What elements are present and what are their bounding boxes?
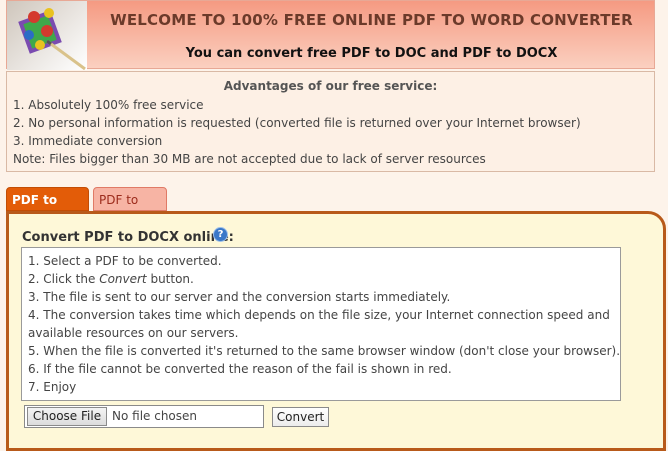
instruction-step: 5. When the file is converted it's retur… (28, 344, 621, 358)
tab-pdf-to-doc[interactable]: PDF to DOC (93, 187, 167, 231)
instruction-step: 7. Enjoy (28, 380, 77, 394)
advantage-item: 2. No personal information is requested … (13, 116, 581, 130)
instructions-box: 1. Select a PDF to be converted. 2. Clic… (21, 247, 621, 401)
panel-title: Convert PDF to DOCX online: (22, 230, 234, 245)
advantages-title: Advantages of our free service: (223, 79, 438, 93)
instruction-step: 3. The file is sent to our server and th… (28, 290, 451, 304)
instruction-step: 4. The conversion takes time which depen… (28, 308, 610, 322)
page-title: WELCOME TO 100% FREE ONLINE PDF TO WORD … (110, 11, 633, 29)
converter-panel: Convert PDF to DOCX online: ? 1. Select … (6, 211, 666, 451)
tab-pdf-to-docx[interactable]: PDF to DOCX (6, 187, 89, 231)
instruction-step: 6. If the file cannot be converted the r… (28, 362, 452, 376)
advantages-box: Advantages of our free service: 1. Absol… (6, 71, 655, 172)
convert-button[interactable]: Convert (272, 407, 329, 427)
header-banner: WELCOME TO 100% FREE ONLINE PDF TO WORD … (6, 0, 655, 70)
advantage-item: 3. Immediate conversion (13, 134, 163, 148)
advantage-item: 1. Absolutely 100% free service (13, 98, 204, 112)
choose-file-button[interactable]: Choose File (27, 407, 107, 426)
instruction-step: 2. Click the Convert button. (28, 272, 194, 286)
instruction-step: 1. Select a PDF to be converted. (28, 254, 222, 268)
file-status: No file chosen (112, 409, 198, 423)
instruction-step: available resources on our servers. (28, 326, 239, 340)
advantage-note: Note: Files bigger than 30 MB are not ac… (13, 152, 486, 166)
file-input[interactable]: Choose File No file chosen (24, 405, 264, 428)
help-icon[interactable]: ? (214, 228, 227, 241)
page-subtitle: You can convert free PDF to DOC and PDF … (185, 46, 558, 61)
pdf-to-word-logo (7, 1, 87, 70)
